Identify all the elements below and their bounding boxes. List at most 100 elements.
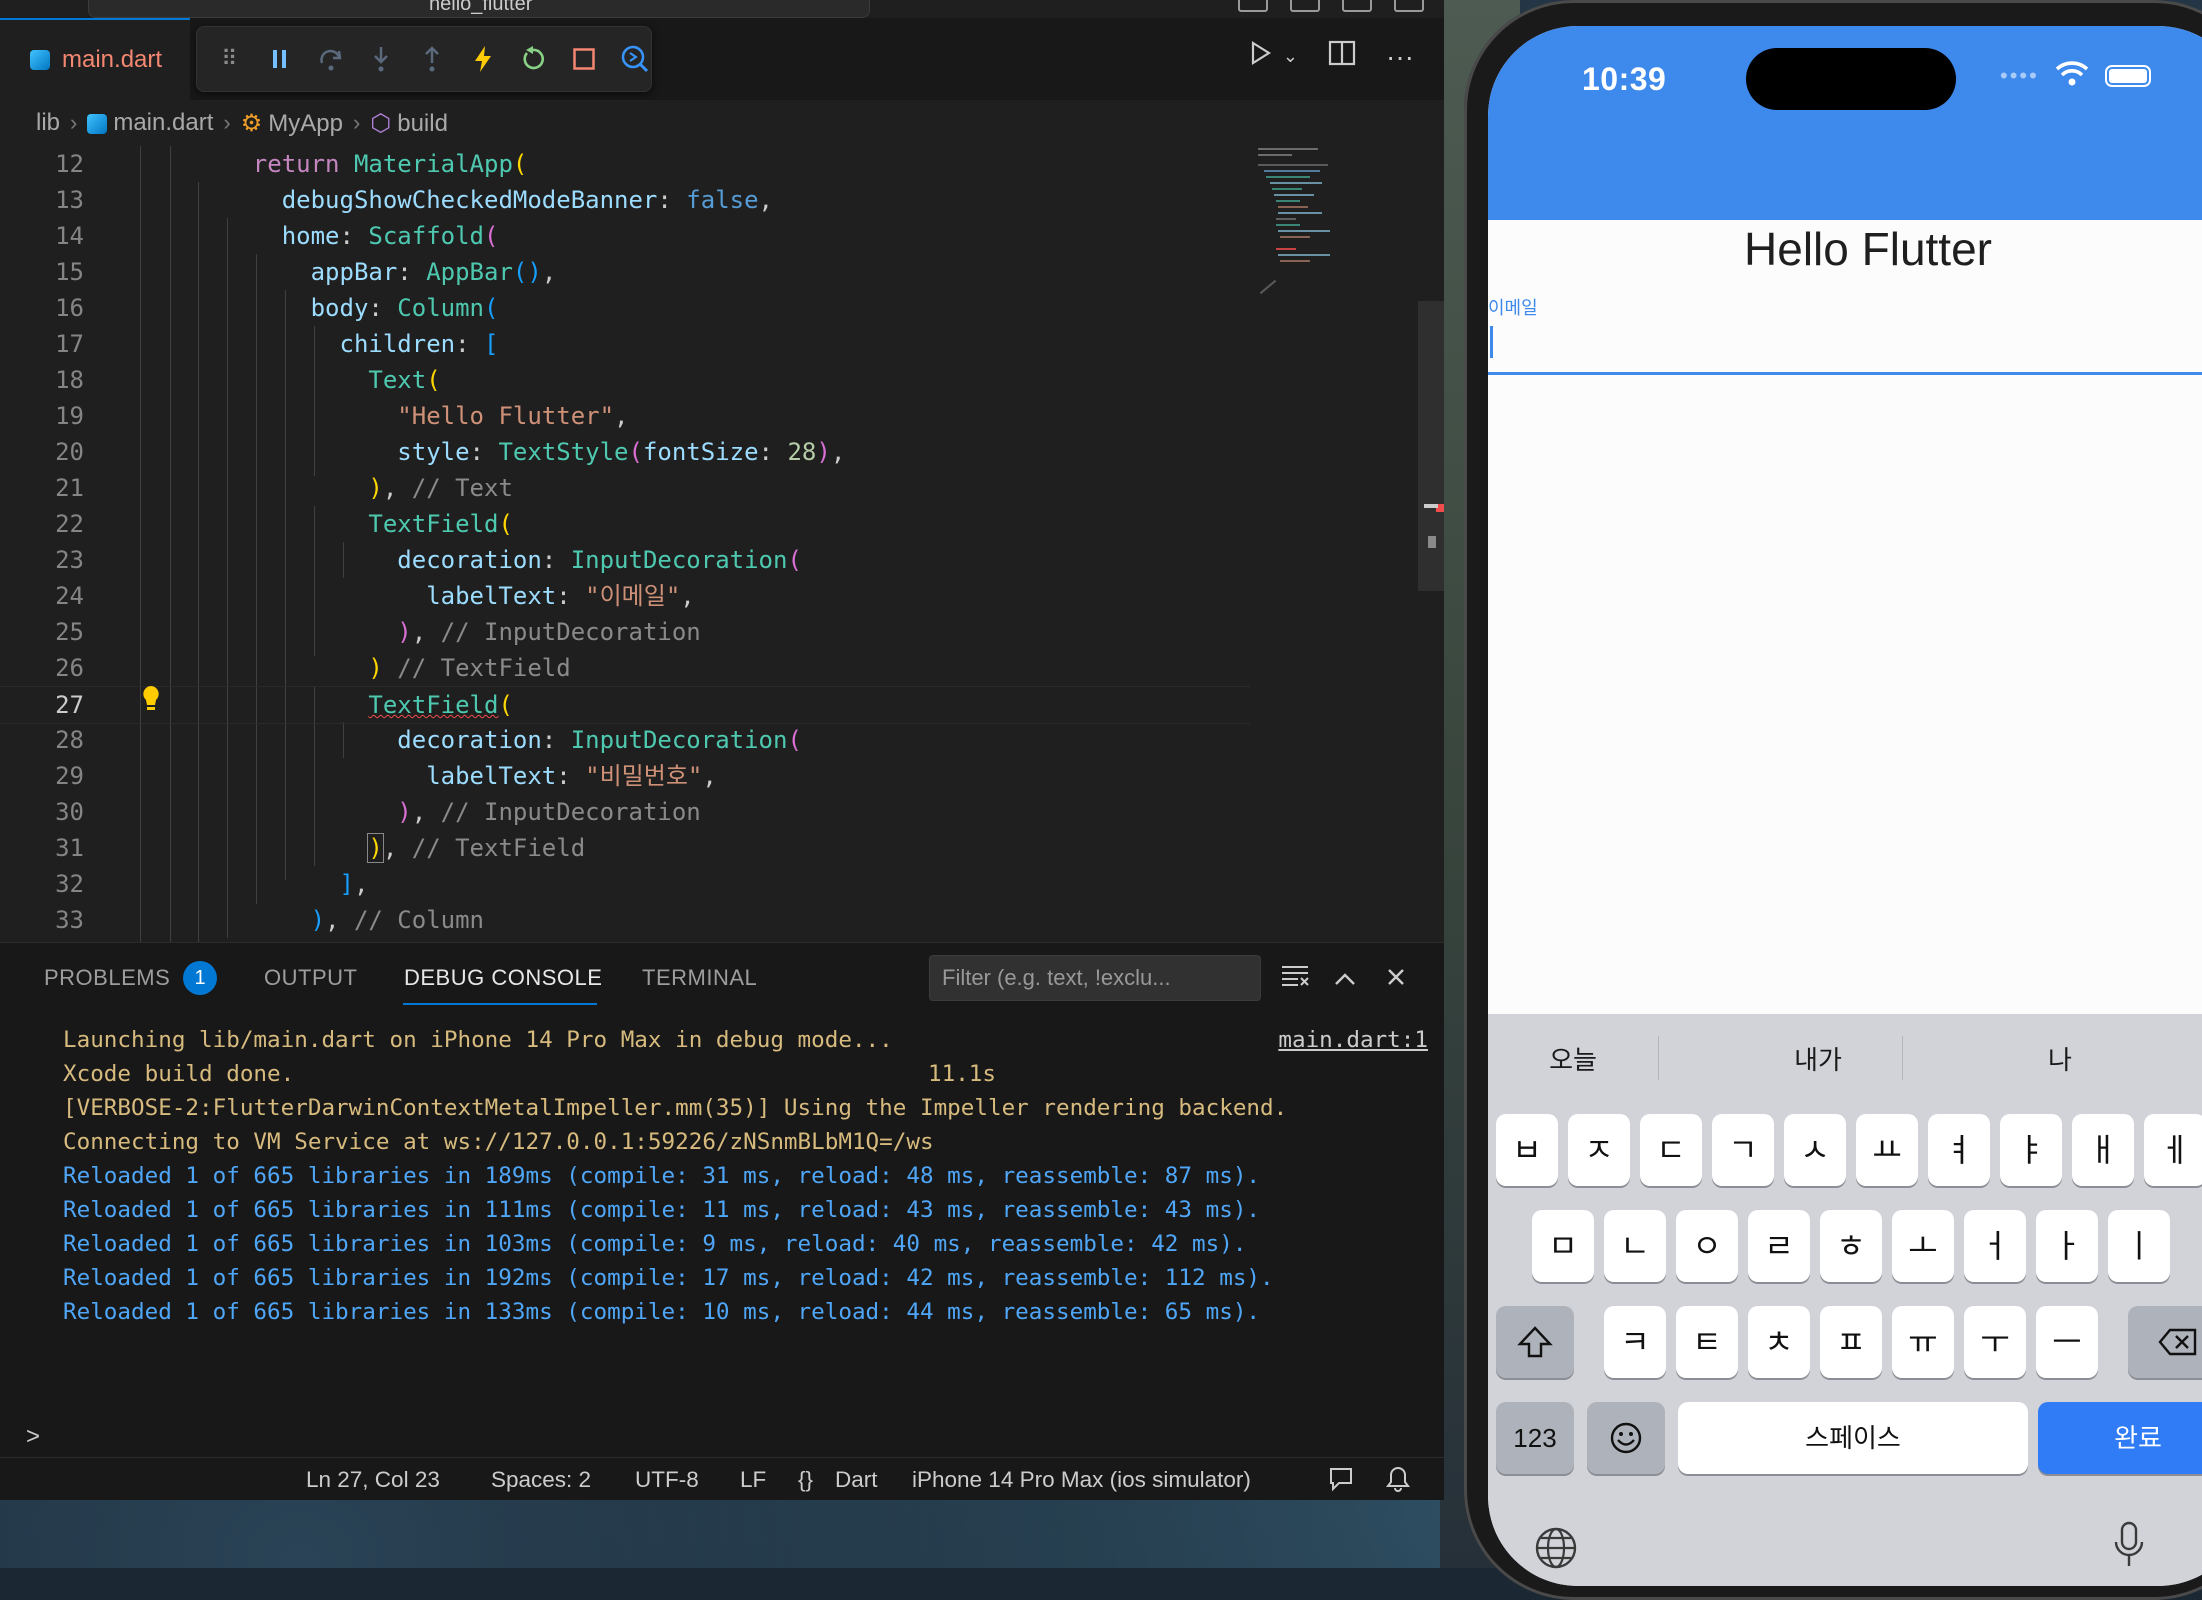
code-line[interactable]: 24 labelText: "이메일", [0,578,1250,614]
code-line[interactable]: 33 ), // Column [0,902,1250,938]
chevron-down-icon[interactable]: ⌄ [1283,46,1298,67]
code-line[interactable]: 30 ), // InputDecoration [0,794,1250,830]
toggle-sidebar-icon[interactable] [1238,0,1268,12]
code-line[interactable]: 17 children: [ [0,326,1250,362]
code-line[interactable]: 26 ) // TextField [0,650,1250,686]
key[interactable]: ㅐ [2072,1114,2134,1186]
suggestion-item[interactable]: 나 [1940,1040,2180,1077]
line-ending[interactable]: LF [740,1467,766,1493]
breadcrumb-file[interactable]: main.dart [87,109,213,137]
source-link[interactable]: main.dart:1 [1278,1023,1428,1057]
key[interactable]: ㅍ [1820,1306,1882,1378]
breadcrumb-class[interactable]: ⚙ MyApp [241,109,343,138]
key[interactable]: ㅌ [1676,1306,1738,1378]
tab-problems[interactable]: PROBLEMS [44,965,170,991]
key[interactable]: ㅁ [1532,1210,1594,1282]
code-line[interactable]: 20 style: TextStyle(fontSize: 28), [0,434,1250,470]
mic-icon[interactable] [2112,1520,2146,1579]
step-over-icon[interactable] [314,42,347,76]
code-editor[interactable]: 12 return MaterialApp( 13 debugShowCheck… [0,146,1444,942]
key[interactable]: ㅑ [2000,1114,2062,1186]
run-icon[interactable] [1249,40,1273,73]
key[interactable]: ㅇ [1676,1210,1738,1282]
cursor-position[interactable]: Ln 27, Col 23 [306,1467,440,1493]
key[interactable]: ㄷ [1640,1114,1702,1186]
key[interactable]: ㅎ [1820,1210,1882,1282]
repl-prompt[interactable]: > [26,1423,40,1451]
key[interactable]: ㅏ [2036,1210,2098,1282]
pause-icon[interactable] [264,42,297,76]
key[interactable]: ㅊ [1748,1306,1810,1378]
close-panel-icon[interactable] [1386,963,1406,994]
code-line[interactable]: 12 return MaterialApp( [0,146,1250,182]
code-line[interactable]: 21 ), // Text [0,470,1250,506]
console-filter-input[interactable]: Filter (e.g. text, !exclu... [929,955,1261,1001]
more-icon[interactable]: ··· [1386,41,1414,73]
code-line[interactable]: 25 ), // InputDecoration [0,614,1250,650]
customize-layout-icon[interactable] [1394,0,1424,12]
code-line-current[interactable]: 27 TextField( [0,686,1250,724]
key[interactable]: ㄱ [1712,1114,1774,1186]
done-key[interactable]: 완료 [2038,1402,2202,1474]
breadcrumb-method[interactable]: ⬡ build [370,109,448,138]
key[interactable]: ㅓ [1964,1210,2026,1282]
maximize-panel-icon[interactable] [1333,963,1357,994]
email-field[interactable] [1488,372,2202,375]
hot-reload-icon[interactable] [466,42,499,76]
breadcrumb-lib[interactable]: lib [36,109,60,137]
tab-terminal[interactable]: TERMINAL [642,965,757,991]
key[interactable]: ㅣ [2108,1210,2170,1282]
code-line[interactable]: 15 appBar: AppBar(), [0,254,1250,290]
code-line[interactable]: 32 ], [0,866,1250,902]
emoji-key[interactable] [1587,1402,1665,1474]
code-line[interactable]: 14 home: Scaffold( [0,218,1250,254]
step-into-icon[interactable] [365,42,398,76]
drag-handle-icon[interactable]: ⠿ [213,42,246,76]
language-mode[interactable]: Dart [835,1467,878,1493]
space-key[interactable]: 스페이스 [1678,1402,2028,1474]
clear-console-icon[interactable] [1280,963,1310,994]
stop-icon[interactable] [568,42,601,76]
code-line[interactable]: 19 "Hello Flutter", [0,398,1250,434]
code-line[interactable]: 13 debugShowCheckedModeBanner: false, [0,182,1250,218]
language-braces-icon[interactable]: {} [798,1467,813,1493]
code-line[interactable]: 16 body: Column( [0,290,1250,326]
minimap[interactable] [1254,146,1344,306]
key[interactable]: ㅈ [1568,1114,1630,1186]
code-line[interactable]: 23 decoration: InputDecoration( [0,542,1250,578]
device-selector[interactable]: iPhone 14 Pro Max (ios simulator) [912,1467,1251,1493]
devtools-icon[interactable] [618,42,651,76]
indentation[interactable]: Spaces: 2 [491,1467,591,1493]
key[interactable]: ㅂ [1496,1114,1558,1186]
key[interactable]: ㅕ [1928,1114,1990,1186]
tab-debug-console[interactable]: DEBUG CONSOLE [404,965,602,991]
code-line[interactable]: 28 decoration: InputDecoration( [0,722,1250,758]
split-editor-icon[interactable] [1328,40,1356,73]
restart-icon[interactable] [517,42,550,76]
lightbulb-icon[interactable] [140,684,162,714]
key[interactable]: ㅠ [1892,1306,1954,1378]
notifications-icon[interactable] [1386,1466,1410,1498]
key[interactable]: ㄹ [1748,1210,1810,1282]
tab-main-dart[interactable]: main.dart [0,18,190,100]
key[interactable]: ㅜ [1964,1306,2026,1378]
code-line[interactable]: 22 TextField( [0,506,1250,542]
tab-output[interactable]: OUTPUT [264,965,357,991]
code-line[interactable]: 29 labelText: "비밀번호", [0,758,1250,794]
command-center[interactable]: hello_flutter [88,0,870,18]
debug-console-output[interactable]: Launching lib/main.dart on iPhone 14 Pro… [63,1023,1433,1329]
toggle-panel-icon[interactable] [1290,0,1320,12]
key[interactable]: ㅔ [2144,1114,2202,1186]
encoding[interactable]: UTF-8 [635,1467,699,1493]
backspace-key[interactable] [2128,1306,2202,1378]
key[interactable]: ㅋ [1604,1306,1666,1378]
key[interactable]: ㅡ [2036,1306,2098,1378]
code-line[interactable]: 31 ), // TextField [0,830,1250,866]
step-out-icon[interactable] [416,42,449,76]
globe-icon[interactable] [1534,1526,1578,1580]
toggle-secondary-sidebar-icon[interactable] [1342,0,1372,12]
key[interactable]: ㅗ [1892,1210,1954,1282]
shift-key[interactable] [1496,1306,1574,1378]
key[interactable]: ㅛ [1856,1114,1918,1186]
key[interactable]: ㅅ [1784,1114,1846,1186]
